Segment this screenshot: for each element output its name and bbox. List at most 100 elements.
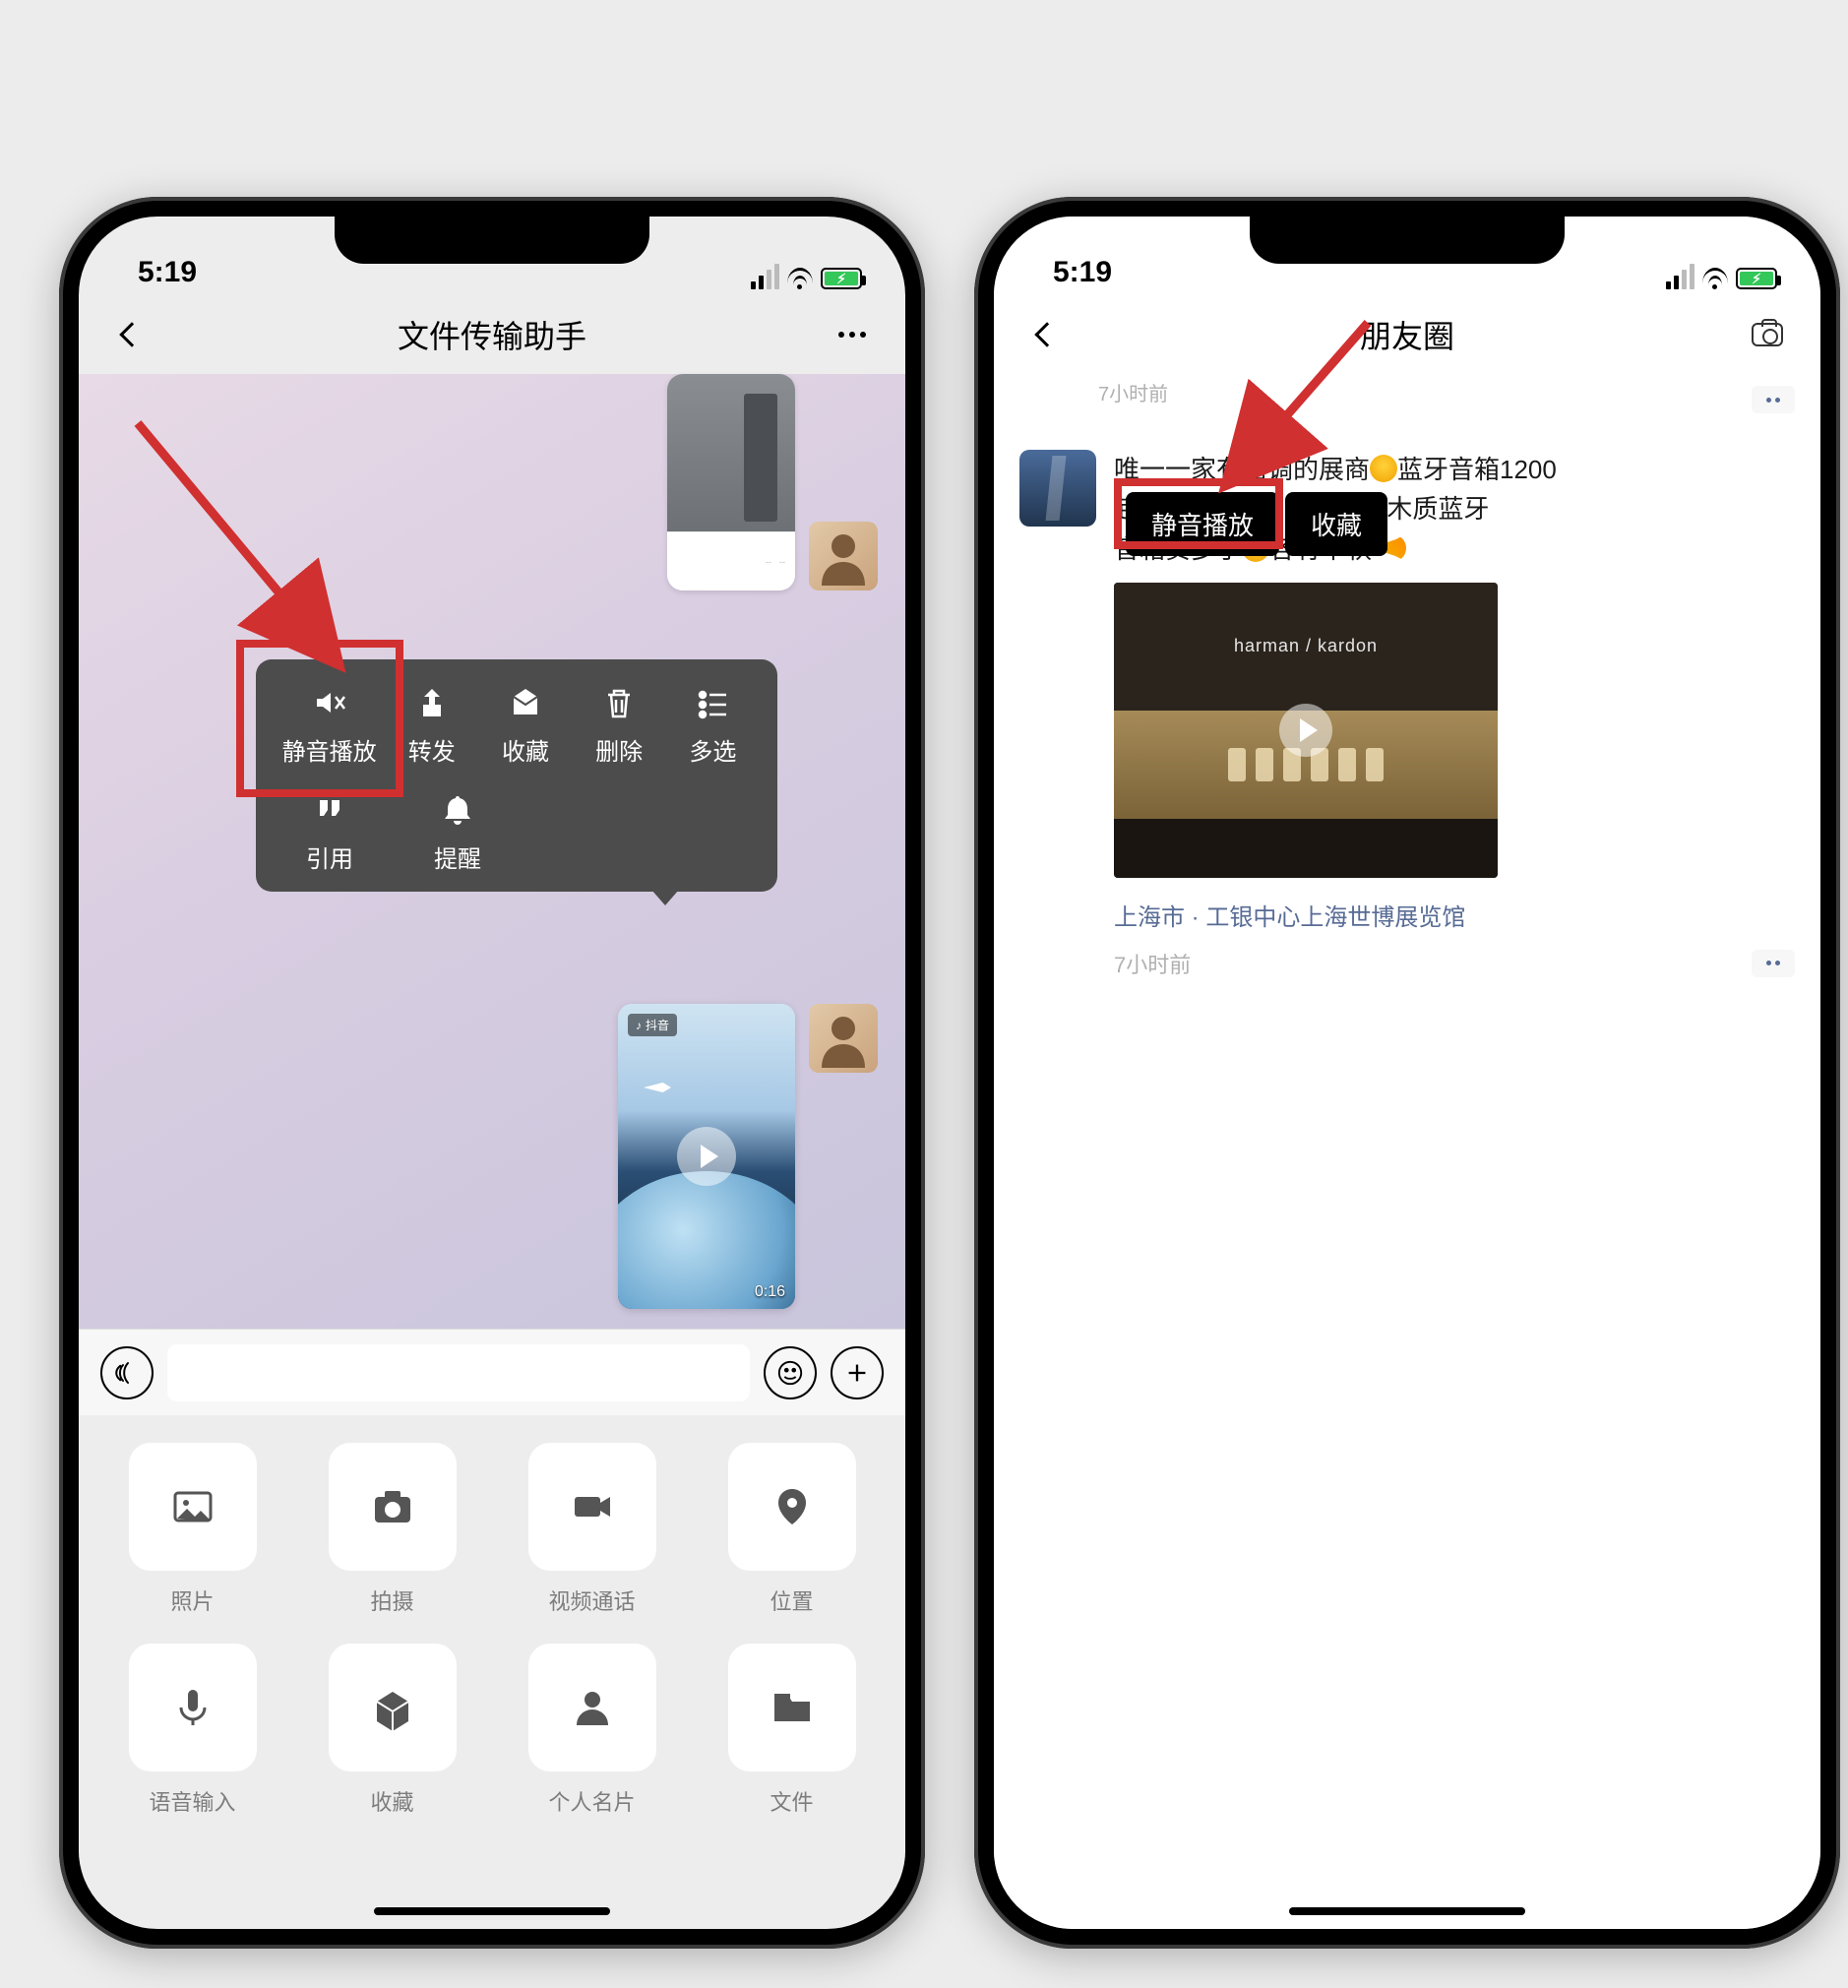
menu-remind-label: 提醒 xyxy=(434,839,481,874)
chat-navbar: 文件传输助手 xyxy=(79,295,905,374)
avatar-self-2[interactable] xyxy=(809,1004,878,1073)
video-brand-text: harman / kardon xyxy=(1114,583,1498,711)
chat-input-bar xyxy=(79,1329,905,1415)
phone-mock-left: 5:19 ⚡︎ 文件传输助手 ---- xyxy=(59,197,925,1949)
home-indicator[interactable] xyxy=(374,1907,610,1915)
moments-feed[interactable]: 7小时前 唯一一家有格调的展商蓝牙音箱1200 起上────────会上的木质蓝… xyxy=(994,374,1820,1929)
menu-multiselect[interactable]: 多选 xyxy=(674,685,751,767)
attach-contact-card-label: 个人名片 xyxy=(548,1785,635,1817)
more-icon xyxy=(838,332,866,338)
chat-area: ---- 静音播放 xyxy=(79,374,905,1329)
battery-icon: ⚡︎ xyxy=(821,268,862,289)
signal-icon xyxy=(1666,268,1694,289)
status-time: 5:19 xyxy=(138,256,197,289)
trash-icon xyxy=(601,685,637,720)
menu-mute-label: 静音播放 xyxy=(282,732,377,767)
bell-icon xyxy=(440,792,475,828)
popover-mute-play[interactable]: 静音播放 xyxy=(1126,492,1279,556)
attach-favorite-label: 收藏 xyxy=(370,1785,413,1817)
quote-icon xyxy=(312,792,347,828)
post-video[interactable]: harman / kardon xyxy=(1114,583,1498,878)
mic-icon xyxy=(169,1684,216,1731)
prev-post-timestamp: 7小时前 xyxy=(1098,374,1795,406)
attach-voice-input[interactable]: 语音输入 xyxy=(102,1644,282,1817)
chevron-left-icon xyxy=(119,322,144,346)
post-timestamp: 7小时前 xyxy=(1114,948,1191,979)
wifi-icon xyxy=(787,268,813,289)
back-button[interactable] xyxy=(108,311,155,358)
post-more-button[interactable] xyxy=(1752,950,1795,977)
attach-contact-card[interactable]: 个人名片 xyxy=(502,1644,682,1817)
message-screenshot[interactable]: ---- xyxy=(667,374,878,590)
moments-title: 朋友圈 xyxy=(1360,312,1454,357)
camera-icon xyxy=(1752,323,1783,346)
camera-button[interactable] xyxy=(1744,311,1791,358)
menu-forward[interactable]: 转发 xyxy=(394,685,470,767)
multiselect-icon xyxy=(695,685,730,720)
favorite-icon xyxy=(508,685,543,720)
status-time: 5:19 xyxy=(1053,256,1112,289)
voice-button[interactable] xyxy=(100,1346,154,1399)
attach-favorite[interactable]: 收藏 xyxy=(302,1644,482,1817)
notch xyxy=(335,217,649,264)
menu-delete-label: 删除 xyxy=(595,732,643,767)
chat-title: 文件传输助手 xyxy=(398,312,586,357)
phone-mock-right: 5:19 ⚡︎ 朋友圈 7小时前 唯一一家有格调的展商蓝牙音箱1200 起上──… xyxy=(974,197,1840,1949)
home-indicator[interactable] xyxy=(1289,1907,1525,1915)
menu-favorite[interactable]: 收藏 xyxy=(487,685,564,767)
popover-favorite[interactable]: 收藏 xyxy=(1285,492,1387,556)
play-icon xyxy=(677,1127,736,1186)
attach-video-call-label: 视频通话 xyxy=(548,1584,635,1616)
moments-popover: 静音播放 收藏 xyxy=(1126,492,1393,556)
more-button[interactable] xyxy=(829,311,876,358)
moments-navbar: 朋友圈 xyxy=(994,295,1820,374)
menu-forward-label: 转发 xyxy=(408,732,456,767)
attachment-panel: 照片 拍摄 视频通话 位置 语音输入 收藏 xyxy=(79,1415,905,1866)
box-icon xyxy=(369,1684,416,1731)
prev-post-more[interactable] xyxy=(1752,386,1795,413)
menu-quote-label: 引用 xyxy=(306,839,353,874)
annotation-arrow-left xyxy=(128,413,384,689)
photo-icon xyxy=(169,1483,216,1530)
attach-location-label: 位置 xyxy=(770,1584,813,1616)
screen-right: 5:19 ⚡︎ 朋友圈 7小时前 唯一一家有格调的展商蓝牙音箱1200 起上──… xyxy=(994,217,1820,1929)
status-right: ⚡︎ xyxy=(1666,268,1777,289)
location-icon xyxy=(769,1483,816,1530)
menu-mute-play[interactable]: 静音播放 xyxy=(282,685,377,767)
signal-icon xyxy=(751,268,779,289)
attach-voice-input-label: 语音输入 xyxy=(149,1785,235,1817)
camera-icon xyxy=(369,1483,416,1530)
video-duration: 0:16 xyxy=(755,1283,785,1301)
attach-location[interactable]: 位置 xyxy=(702,1443,882,1616)
screenshot-thumb: ---- xyxy=(667,374,795,590)
post-avatar[interactable] xyxy=(1019,450,1096,527)
attach-photo[interactable]: 照片 xyxy=(102,1443,282,1616)
video-source-tag: ♪抖音 xyxy=(628,1014,677,1036)
back-button[interactable] xyxy=(1023,311,1071,358)
attach-shoot[interactable]: 拍摄 xyxy=(302,1443,482,1616)
emoji-button[interactable] xyxy=(764,1346,817,1399)
attach-video-call[interactable]: 视频通话 xyxy=(502,1443,682,1616)
menu-quote[interactable]: 引用 xyxy=(291,792,368,874)
status-right: ⚡︎ xyxy=(751,268,862,289)
menu-remind[interactable]: 提醒 xyxy=(419,792,496,874)
play-icon xyxy=(1279,704,1332,757)
avatar-self[interactable] xyxy=(809,522,878,590)
video-icon xyxy=(569,1483,616,1530)
menu-delete[interactable]: 删除 xyxy=(581,685,657,767)
menu-favorite-label: 收藏 xyxy=(502,732,549,767)
post-location[interactable]: 上海市 · 工银中心上海世博展览馆 xyxy=(1114,898,1795,932)
notch xyxy=(1250,217,1565,264)
mute-icon xyxy=(312,685,347,720)
attach-file-label: 文件 xyxy=(770,1785,813,1817)
attach-shoot-label: 拍摄 xyxy=(370,1584,413,1616)
message-input[interactable] xyxy=(167,1344,750,1401)
attach-photo-label: 照片 xyxy=(170,1584,214,1616)
emoji-cool-face xyxy=(1370,455,1397,482)
wifi-icon xyxy=(1702,268,1728,289)
attach-file[interactable]: 文件 xyxy=(702,1644,882,1817)
attach-button[interactable] xyxy=(831,1346,884,1399)
message-video[interactable]: ♪抖音 0:16 xyxy=(618,1004,878,1309)
screen-left: 5:19 ⚡︎ 文件传输助手 ---- xyxy=(79,217,905,1929)
message-context-menu: 静音播放 转发 收藏 xyxy=(256,659,777,892)
